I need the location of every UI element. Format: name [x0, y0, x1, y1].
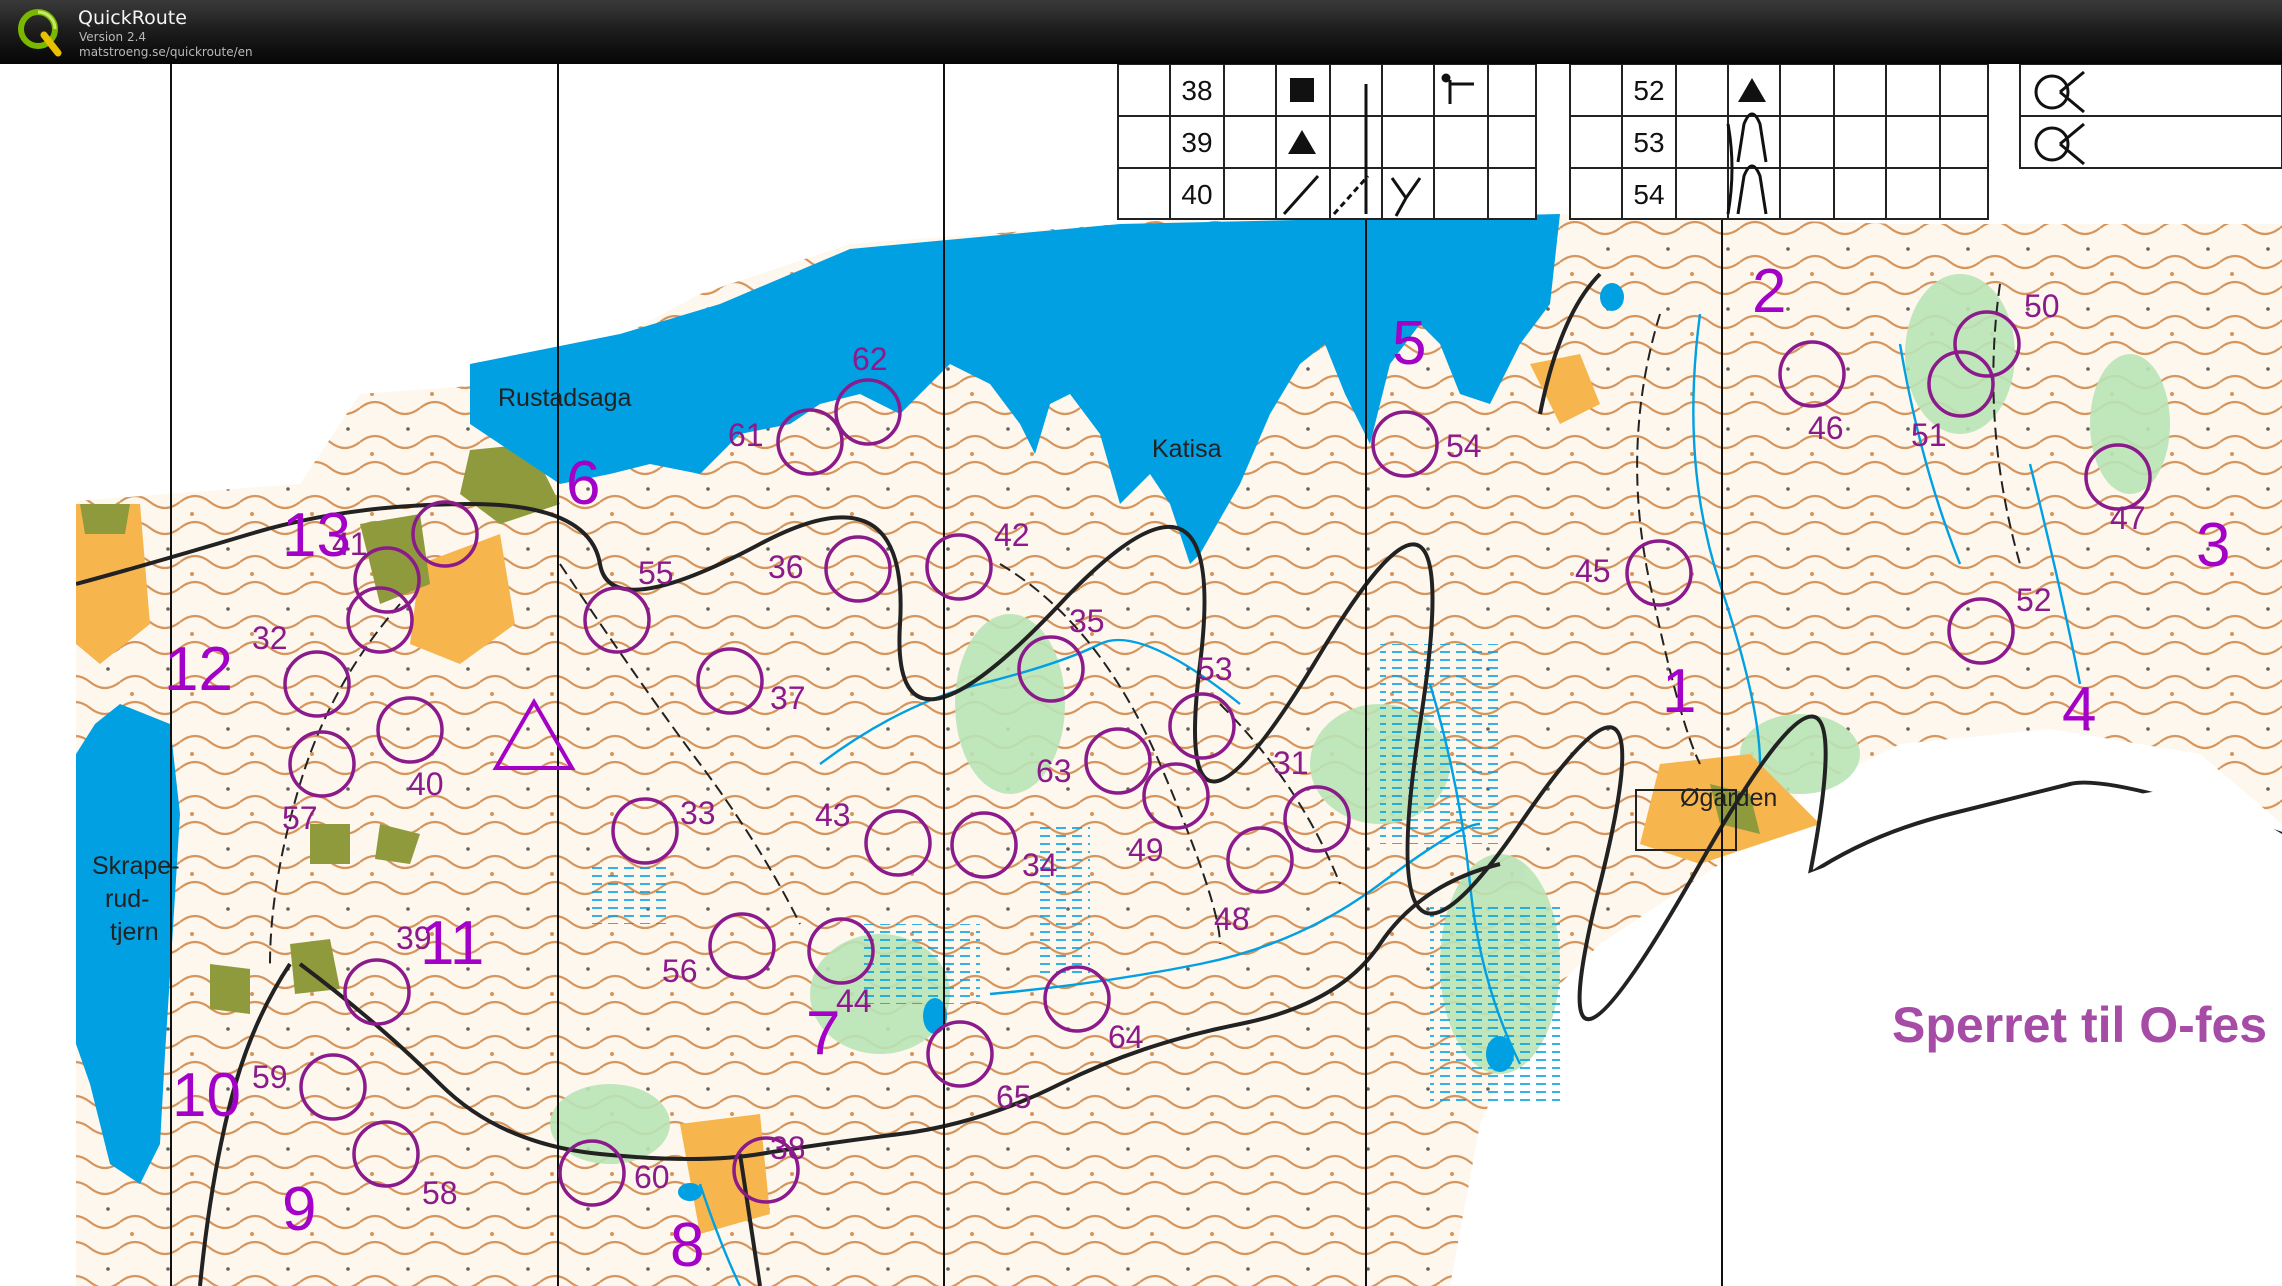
place-name-katisa: Katisa	[1152, 435, 1222, 463]
control-code-60: 60	[634, 1159, 670, 1195]
control-code-46: 46	[1808, 410, 1844, 446]
course-number-7: 7	[806, 999, 840, 1068]
control-code-51: 51	[1911, 417, 1947, 453]
description-code-54: 54	[1633, 179, 1664, 210]
description-code-39: 39	[1181, 127, 1212, 158]
course-number-1: 1	[1662, 657, 1696, 726]
course-number-12: 12	[164, 635, 233, 704]
control-code-31: 31	[1273, 745, 1309, 781]
control-code-34: 34	[1022, 847, 1058, 883]
control-code-44: 44	[836, 983, 872, 1019]
course-number-2: 2	[1752, 257, 1786, 326]
course-number-11: 11	[420, 909, 484, 978]
description-code-40: 40	[1181, 179, 1212, 210]
app-url: matstroeng.se/quickroute/en	[79, 45, 253, 59]
control-code-61: 61	[728, 417, 764, 453]
title-bar: QuickRoute Version 2.4 matstroeng.se/qui…	[0, 0, 2282, 64]
place-name-skrape: Skrape-	[92, 852, 180, 880]
control-code-53: 53	[1197, 651, 1233, 687]
map-viewport[interactable]: 38 39 40 52 53 54 Rustadsaga Katisa Skra…	[0, 64, 2282, 1286]
course-number-8: 8	[670, 1211, 704, 1280]
place-name-rud: rud-	[105, 885, 149, 913]
control-code-57: 57	[282, 800, 318, 836]
control-code-38: 38	[770, 1130, 806, 1166]
course-number-4: 4	[2062, 675, 2096, 744]
control-code-36: 36	[768, 549, 804, 585]
control-code-55: 55	[638, 555, 674, 591]
course-number-3: 3	[2196, 511, 2230, 580]
control-code-47: 47	[2110, 500, 2146, 536]
map-left-margin	[0, 64, 76, 1286]
course-number-5: 5	[1392, 309, 1426, 378]
description-code-53: 53	[1633, 127, 1664, 158]
control-code-32: 32	[252, 620, 288, 656]
control-code-45: 45	[1575, 553, 1611, 589]
control-code-56: 56	[662, 953, 698, 989]
control-code-64: 64	[1108, 1019, 1144, 1055]
course-number-10: 10	[172, 1061, 241, 1130]
control-code-54: 54	[1446, 428, 1482, 464]
control-code-33: 33	[680, 795, 716, 831]
place-name-tjern: tjern	[110, 918, 159, 946]
control-code-49: 49	[1128, 832, 1164, 868]
control-code-62: 62	[852, 341, 888, 377]
place-name-ogarden: Øgarden	[1680, 784, 1777, 812]
orienteering-map[interactable]: 38 39 40 52 53 54 Rustadsaga Katisa Skra…	[0, 64, 2282, 1286]
control-code-42: 42	[994, 517, 1030, 553]
control-code-63: 63	[1036, 753, 1072, 789]
control-code-43: 43	[815, 797, 851, 833]
restricted-label: Sperret til O-fes	[1892, 997, 2267, 1053]
control-code-65: 65	[996, 1079, 1032, 1115]
description-code-38: 38	[1181, 75, 1212, 106]
control-code-40: 40	[408, 766, 444, 802]
course-number-6: 6	[566, 449, 600, 518]
course-number-9: 9	[282, 1175, 316, 1244]
app-version: Version 2.4	[79, 30, 147, 44]
control-code-48: 48	[1214, 901, 1250, 937]
control-code-35: 35	[1069, 603, 1105, 639]
control-description-legend	[2019, 64, 2282, 169]
description-code-52: 52	[1633, 75, 1664, 106]
control-code-59: 59	[252, 1059, 288, 1095]
boulder-symbol-icon	[1290, 78, 1314, 102]
control-code-52: 52	[2016, 582, 2052, 618]
app-title: QuickRoute	[78, 7, 187, 29]
course-number-13: 13	[282, 501, 351, 570]
control-code-37: 37	[770, 680, 806, 716]
control-code-50: 50	[2024, 288, 2060, 324]
quickroute-logo-icon	[18, 9, 62, 57]
control-code-58: 58	[422, 1175, 458, 1211]
place-name-rustadsaga: Rustadsaga	[498, 384, 632, 412]
